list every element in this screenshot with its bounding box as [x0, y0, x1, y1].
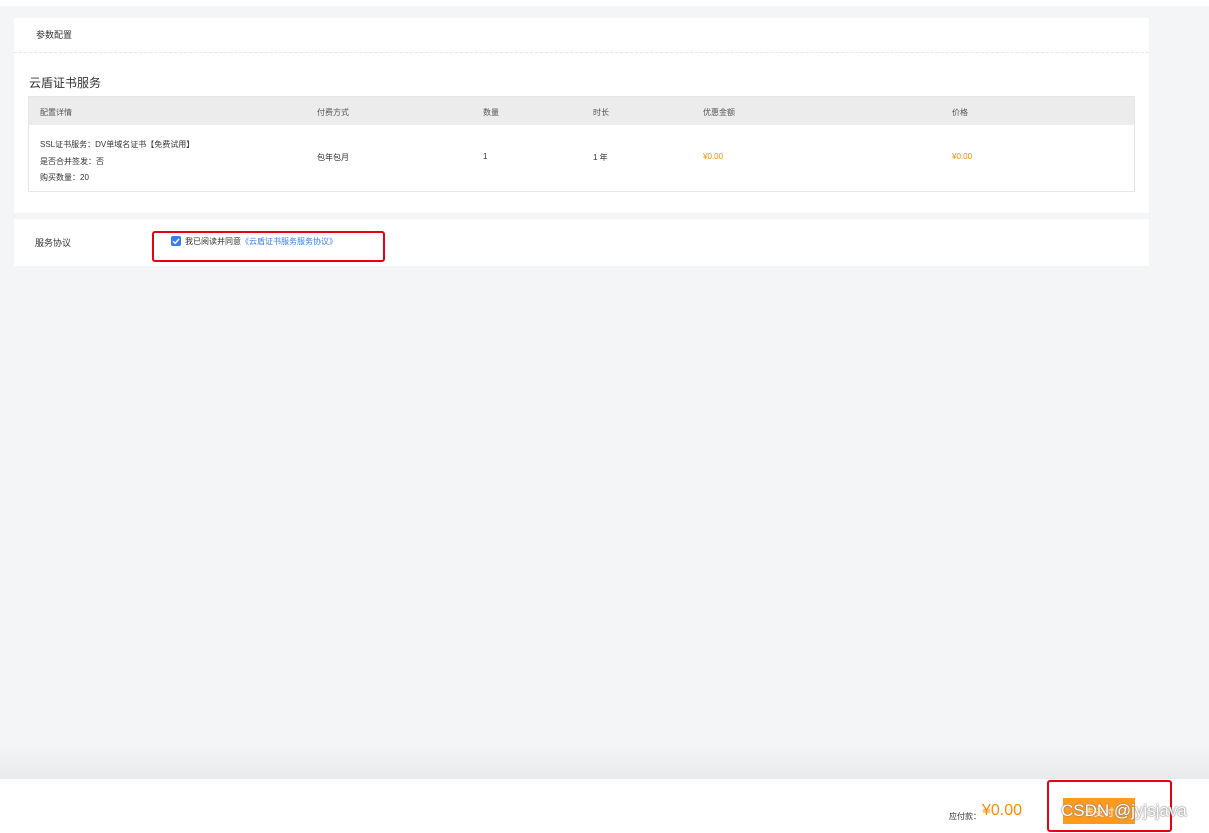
agree-text-label: 我已阅读并同意: [185, 237, 241, 246]
agreement-link[interactable]: 《云盾证书服务服务协议》: [241, 237, 337, 246]
footer-bar: 应付款： ¥0.00 去支付 CSDN @jyjsjava: [0, 779, 1209, 833]
table-header-row: 配置详情 付费方式 数量 时长 优惠金额 价格: [29, 97, 1134, 125]
detail-line: SSL证书服务：DV单域名证书【免费试用】: [40, 140, 195, 149]
agree-text: 我已阅读并同意《云盾证书服务服务协议》: [185, 236, 337, 247]
pay-amount: ¥0.00: [982, 802, 1023, 819]
top-bar: [0, 0, 1209, 6]
cell-detail: SSL证书服务：DV单域名证书【免费试用】 是否合并签发：否 购买数量：20: [40, 137, 194, 187]
agreement-card: 服务协议 我已阅读并同意《云盾证书服务服务协议》: [14, 219, 1149, 266]
agree-checkbox[interactable]: [171, 236, 181, 246]
config-card: 参数配置 云盾证书服务 配置详情 付费方式 数量 时长 优惠金额 价格 SSL证…: [14, 18, 1149, 213]
pay-label: 应付款：: [949, 812, 981, 821]
cell-price: ¥0.00: [952, 152, 973, 161]
cell-duration: 1 年: [593, 153, 608, 162]
check-icon: [172, 238, 180, 245]
header-payment: 付费方式: [317, 108, 349, 117]
cell-discount: ¥0.00: [703, 152, 724, 161]
pay-button[interactable]: 去支付: [1063, 798, 1135, 824]
detail-line: 是否合并签发：否: [40, 156, 104, 166]
bottom-shade: [0, 745, 1209, 779]
header-discount: 优惠金额: [703, 108, 735, 117]
section-header-config: 参数配置: [14, 18, 1149, 53]
table-row: SSL证书服务：DV单域名证书【免费试用】 是否合并签发：否 购买数量：20 包…: [29, 125, 1134, 191]
service-title: 云盾证书服务: [29, 76, 102, 90]
header-price: 价格: [952, 108, 968, 117]
cell-quantity: 1: [483, 152, 488, 161]
header-duration: 时长: [593, 108, 609, 117]
agreement-label: 服务协议: [35, 238, 72, 248]
detail-line: 购买数量：20: [40, 173, 89, 182]
cell-payment: 包年包月: [317, 153, 349, 162]
header-detail: 配置详情: [40, 108, 72, 117]
order-table: 配置详情 付费方式 数量 时长 优惠金额 价格 SSL证书服务：DV单域名证书【…: [28, 96, 1135, 192]
header-quantity: 数量: [483, 108, 499, 117]
